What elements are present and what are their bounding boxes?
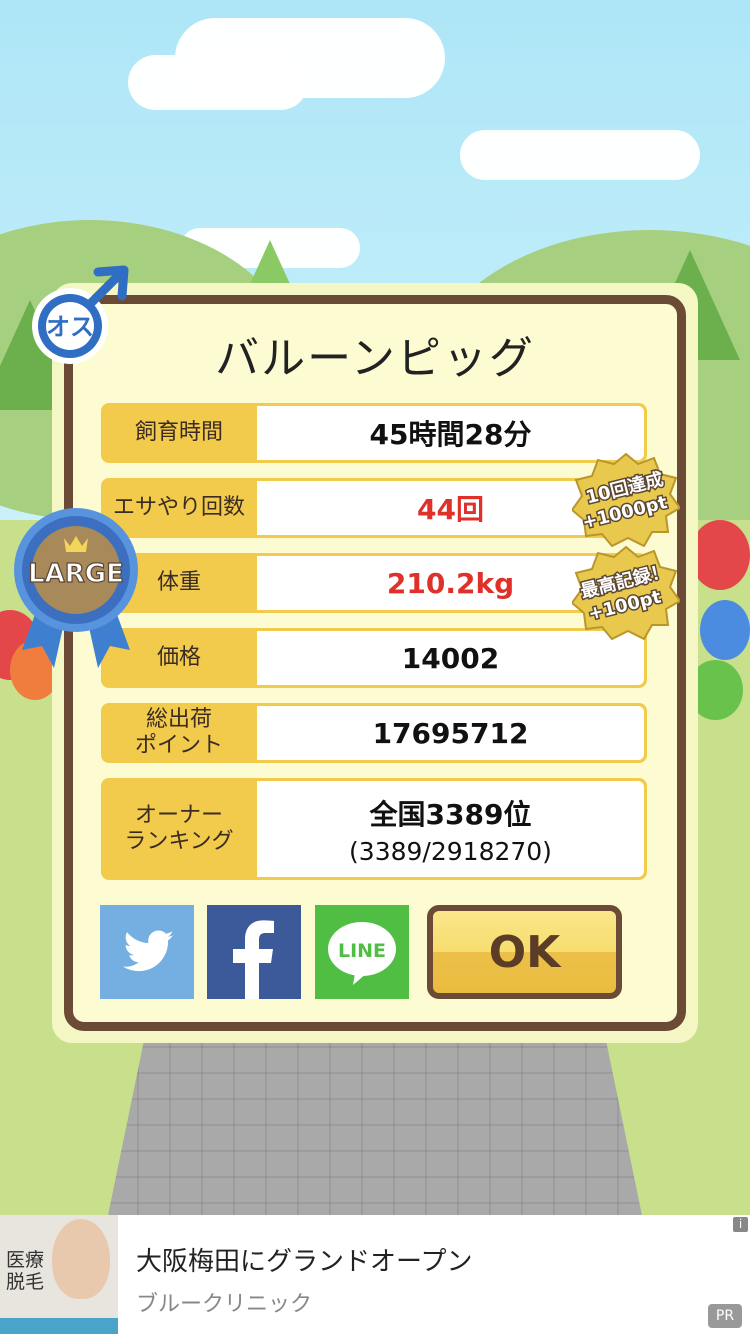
ad-pr-badge: PR — [708, 1304, 742, 1328]
ad-title[interactable]: 大阪梅田にグランドオープン — [136, 1241, 472, 1278]
line-share-button[interactable]: LINE — [315, 905, 409, 999]
facebook-share-button[interactable] — [207, 905, 301, 999]
achievement-badge: 10回達成 +1000pt — [572, 452, 680, 547]
ranking-value: 全国3389位 — [369, 797, 532, 831]
cloud — [460, 130, 700, 180]
info-row-time: 飼育時間 45時間28分 — [101, 403, 647, 463]
balloon — [690, 520, 750, 590]
twitter-bird-icon — [123, 930, 174, 972]
ad-image[interactable]: 医療 脱毛 — [0, 1215, 118, 1334]
ad-image-strip — [0, 1318, 118, 1334]
large-size-ribbon-icon: LARGE — [14, 508, 138, 668]
row-value: 全国3389位 (3389/2918270) — [257, 781, 644, 877]
ad-info-icon[interactable]: i — [733, 1217, 748, 1232]
ad-image-text: 医療 脱毛 — [6, 1249, 45, 1293]
info-row-total-points: 総出荷 ポイント 17695712 — [101, 703, 647, 763]
row-label: 飼育時間 — [134, 420, 223, 445]
info-row-owner-ranking: オーナー ランキング 全国3389位 (3389/2918270) — [101, 778, 647, 880]
line-label: LINE — [338, 940, 386, 962]
balloon — [700, 600, 750, 660]
line-logo-icon: LINE — [328, 922, 396, 985]
row-label: 総出荷 ポイント — [134, 707, 223, 758]
info-row-feed-count: エサやり回数 44回 — [101, 478, 647, 538]
twitter-share-button[interactable] — [100, 905, 194, 999]
ad-face — [52, 1219, 110, 1299]
ad-advertiser: ブルークリニック — [136, 1292, 313, 1317]
cloud — [128, 55, 308, 110]
achievement-badge: 最高記録！ +100pt — [572, 545, 680, 640]
facebook-f-icon — [233, 920, 274, 999]
row-label: オーナー ランキング — [124, 803, 234, 854]
pet-name-title: バルーンピッグ — [215, 333, 535, 384]
info-row-weight: 体重 210.2kg — [101, 553, 647, 613]
row-value: 17695712 — [257, 706, 644, 760]
ranking-detail: (3389/2918270) — [349, 836, 552, 866]
cobblestone-path — [105, 1020, 645, 1215]
size-badge-text: LARGE — [28, 559, 124, 589]
info-row-price: 価格 14002 — [101, 628, 647, 688]
ok-button[interactable]: OK — [427, 905, 622, 999]
